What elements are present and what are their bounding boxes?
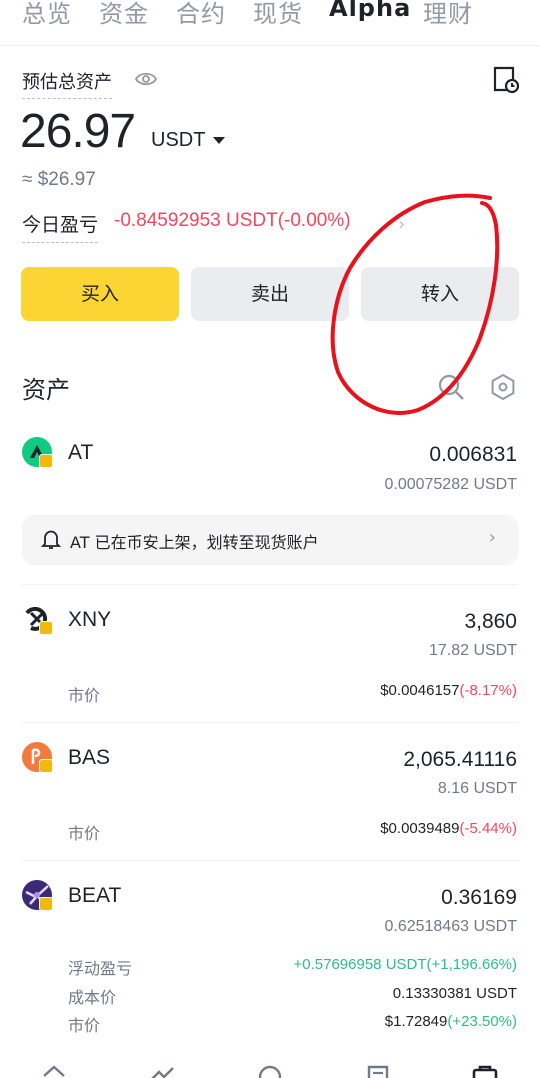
notice-text: AT 已在币安上架，划转至现货账户: [70, 533, 319, 552]
history-icon[interactable]: [492, 66, 520, 94]
xny-coin-icon: [22, 604, 54, 636]
wallet-icon[interactable]: [472, 1064, 498, 1078]
today-pnl-label[interactable]: 今日盈亏: [22, 210, 99, 243]
chevron-right-icon: ›: [488, 527, 496, 548]
market-price-value: $1.72849(+23.50%): [384, 1013, 517, 1030]
asset-amount: 3,860: [464, 610, 517, 633]
buy-button[interactable]: 买入: [21, 267, 179, 321]
tab-futures[interactable]: 合约: [176, 0, 226, 29]
asset-amount: 0.006831: [429, 443, 517, 466]
alpha-badge-icon: [39, 621, 53, 635]
asset-usdt-value: 8.16 USDT: [437, 780, 517, 797]
tab-earn[interactable]: 理财: [423, 0, 473, 29]
market-price-value: $0.0046157(-8.17%): [380, 682, 517, 699]
alpha-badge-icon: [39, 759, 53, 773]
caret-down-icon[interactable]: [213, 137, 225, 144]
listing-notice[interactable]: AT 已在币安上架，划转至现货账户 ›: [22, 515, 518, 565]
alpha-badge-icon: [39, 454, 53, 468]
transfer-in-button[interactable]: 转入: [361, 267, 519, 321]
chevron-right-icon[interactable]: ›: [398, 214, 405, 235]
tab-funding[interactable]: 资金: [99, 0, 149, 29]
floating-pnl-label: 浮动盈亏: [68, 959, 133, 978]
divider: [22, 722, 518, 723]
bottom-navigation: [0, 1060, 540, 1078]
settings-icon[interactable]: [489, 373, 517, 401]
market-price-label: 市价: [68, 824, 101, 843]
tab-alpha[interactable]: Alpha: [329, 0, 411, 22]
discover-icon[interactable]: [257, 1064, 283, 1078]
bas-coin-icon: [22, 742, 54, 774]
alpha-badge-icon: [39, 897, 53, 911]
search-icon[interactable]: [437, 373, 465, 401]
divider: [22, 860, 518, 861]
bell-icon: [40, 530, 62, 549]
account-tabs: 总览 资金 合约 现货 Alpha 理财: [0, 0, 540, 46]
tab-overview[interactable]: 总览: [22, 0, 72, 29]
eye-icon[interactable]: [135, 70, 157, 88]
asset-amount: 0.36169: [441, 886, 517, 909]
home-icon[interactable]: [41, 1064, 67, 1078]
asset-usdt-value: 17.82 USDT: [428, 642, 517, 659]
asset-usdt-value: 0.62518463 USDT: [384, 918, 517, 935]
cost-price-label: 成本价: [68, 988, 117, 1007]
market-price-label: 市价: [68, 1016, 101, 1035]
balance-fiat-approx: ≈ $26.97: [22, 169, 96, 190]
asset-amount: 2,065.41116: [403, 748, 517, 771]
market-price-label: 市价: [68, 686, 101, 705]
asset-symbol: BEAT: [68, 884, 122, 907]
balance-unit-selector[interactable]: USDT: [151, 129, 205, 152]
asset-symbol: XNY: [68, 608, 112, 631]
asset-usdt-value: 0.00075282 USDT: [384, 476, 517, 493]
beat-coin-icon: [22, 880, 54, 912]
assets-title: 资产: [22, 376, 70, 404]
asset-symbol: AT: [68, 441, 94, 464]
sell-button[interactable]: 卖出: [191, 267, 349, 321]
tab-spot[interactable]: 现货: [253, 0, 303, 29]
estimated-total-label[interactable]: 预估总资产: [22, 68, 112, 99]
market-price-value: $0.0039489(-5.44%): [380, 820, 517, 837]
asset-symbol: BAS: [68, 746, 111, 769]
today-pnl-value: -0.84592953 USDT(-0.00%): [114, 210, 351, 231]
cost-price-value: 0.13330381 USDT: [392, 985, 517, 1002]
floating-pnl-value: +0.57696958 USDT(+1,196.66%): [293, 956, 517, 973]
total-balance-value: 26.97: [20, 105, 136, 158]
divider: [22, 584, 518, 585]
markets-icon[interactable]: [149, 1064, 175, 1078]
at-coin-icon: [22, 437, 54, 469]
orders-icon[interactable]: [365, 1064, 391, 1078]
